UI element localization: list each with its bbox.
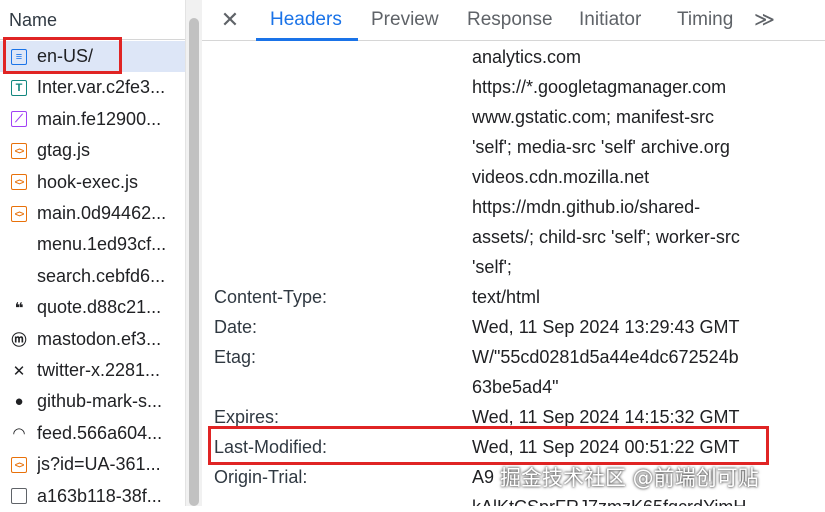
tab-initiator[interactable]: Initiator — [579, 0, 641, 40]
file-name: main.0d94462... — [37, 203, 167, 223]
file-name: main.fe12900... — [37, 108, 162, 129]
github-icon: ● — [14, 393, 24, 411]
other-icon — [11, 488, 27, 505]
script-icon: <> — [11, 174, 27, 191]
no-icon — [11, 237, 27, 253]
header-value: text/html — [472, 287, 541, 307]
file-name: search.cebfd6... — [37, 265, 166, 286]
font-icon: T — [11, 79, 27, 96]
file-name: feed.566a604... — [37, 422, 163, 443]
header-name: Content-Type: — [214, 287, 328, 307]
file-name: github-mark-s... — [37, 391, 163, 412]
header-name: Last-Modified: — [214, 437, 328, 457]
file-name: gtag.js — [37, 140, 91, 161]
tab-response[interactable]: Response — [467, 0, 553, 40]
x-icon: ✕ — [12, 362, 26, 380]
more-tabs-icon[interactable]: ≫ — [754, 0, 775, 40]
file-name: quote.d88c21... — [37, 297, 162, 318]
header-value: 63be5ad4" — [472, 377, 559, 397]
header-value: kAlKtCSprFRJ7zmzK65fgcrdYimH — [472, 496, 746, 506]
file-name: menu.1ed93cf... — [37, 234, 167, 255]
file-row[interactable]: <> hook-exec.js — [0, 167, 185, 198]
csp-value-line: www.gstatic.com; manifest-src — [472, 107, 715, 127]
file-row[interactable]: <> main.0d94462... — [0, 198, 185, 229]
file-row[interactable]: ● github-mark-s... — [0, 386, 185, 417]
file-row[interactable]: a163b118-38f... — [0, 481, 185, 512]
file-row[interactable]: <> gtag.js — [0, 135, 185, 166]
file-row[interactable]: T Inter.var.c2fe3... — [0, 72, 185, 103]
tab-preview[interactable]: Preview — [371, 0, 439, 40]
header-name: Etag: — [214, 347, 257, 367]
file-name: mastodon.ef3... — [37, 328, 162, 349]
tab-headers[interactable]: Headers — [270, 0, 342, 40]
csp-value-line: videos.cdn.mozilla.net — [472, 167, 650, 187]
rss-icon: ◠ — [13, 425, 25, 443]
script-icon: <> — [11, 205, 27, 222]
csp-value-line: 'self'; — [472, 257, 512, 277]
detail-tab-bar: ✕ Headers Preview Response Initiator Tim… — [202, 0, 825, 41]
name-panel-scrollbar[interactable] — [185, 0, 202, 506]
csp-value-line: https://mdn.github.io/shared- — [472, 197, 701, 217]
file-row[interactable]: ✕ twitter-x.2281... — [0, 355, 185, 386]
csp-value-line: 'self'; media-src 'self' archive.org — [472, 137, 730, 157]
header-value: Wed, 11 Sep 2024 00:51:22 GMT — [472, 437, 740, 457]
file-row[interactable]: ⓜ mastodon.ef3... — [0, 324, 185, 355]
name-column-header[interactable]: Name — [0, 0, 185, 40]
file-row[interactable]: ⟋ main.fe12900... — [0, 104, 185, 135]
file-row[interactable]: ❝ quote.d88c21... — [0, 292, 185, 323]
file-row[interactable]: search.cebfd6... — [0, 261, 185, 292]
file-row[interactable]: ≡ en-US/ — [0, 41, 185, 72]
file-row[interactable]: menu.1ed93cf... — [0, 229, 185, 260]
mastodon-icon: ⓜ — [11, 331, 27, 349]
header-value: A9 — [472, 467, 495, 487]
tab-timing[interactable]: Timing — [677, 0, 733, 40]
quote-icon: ❝ — [14, 299, 24, 317]
header-value: Wed, 11 Sep 2024 13:29:43 GMT — [472, 317, 740, 337]
watermark: 掘金技术社区 @前端创可贴 — [500, 466, 759, 490]
header-value: W/"55cd0281d5a44e4dc672524b — [472, 347, 739, 367]
name-panel: Name ≡ en-US/T Inter.var.c2fe3... ⟋ main.fe1… — [0, 0, 186, 506]
header-name: Expires: — [214, 407, 280, 427]
file-name: hook-exec.js — [37, 171, 139, 192]
no-icon — [11, 268, 27, 284]
close-icon[interactable]: ✕ — [216, 6, 244, 34]
header-name: Origin-Trial: — [214, 467, 308, 487]
file-row[interactable]: <> js?id=UA-361... — [0, 449, 185, 480]
file-name: twitter-x.2281... — [37, 360, 161, 380]
response-headers-panel: analytics.com https://*.googletagmanager.… — [202, 41, 825, 506]
header-name: Date: — [214, 317, 258, 337]
document-icon: ≡ — [11, 48, 27, 65]
file-name: en-US/ — [37, 46, 94, 66]
csp-value-line: assets/; child-src 'self'; worker-src — [472, 227, 740, 247]
csp-value-line: https://*.googletagmanager.com — [472, 77, 727, 97]
scrollbar-thumb[interactable] — [189, 18, 199, 506]
script-icon: <> — [11, 456, 27, 473]
csp-value-line: analytics.com — [472, 47, 582, 67]
file-name: Inter.var.c2fe3... — [37, 77, 166, 98]
file-name: a163b118-38f... — [37, 485, 162, 506]
file-row[interactable]: ◠ feed.566a604... — [0, 418, 185, 449]
script-icon: <> — [11, 142, 27, 159]
header-value: Wed, 11 Sep 2024 14:15:32 GMT — [472, 407, 740, 427]
stylesheet-icon: ⟋ — [11, 111, 27, 128]
file-name: js?id=UA-361... — [37, 454, 161, 475]
